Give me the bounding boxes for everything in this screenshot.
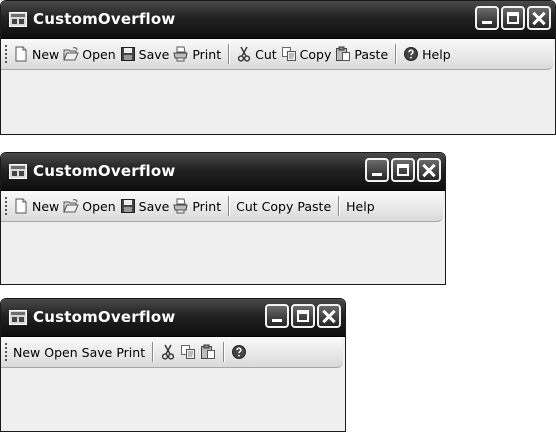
open-button[interactable]: Open <box>61 43 117 65</box>
new-button[interactable]: New <box>11 341 42 363</box>
window-max-overflow: CustomOverflow New Open Save Print <box>0 298 346 432</box>
toolbar-separator <box>223 342 225 362</box>
toolbar-button-label: Save <box>138 46 170 62</box>
paste-button[interactable]: Paste <box>295 195 333 217</box>
minimize-button[interactable] <box>365 158 389 182</box>
open-icon <box>63 46 80 62</box>
app-icon[interactable] <box>9 310 27 325</box>
toolbar: New Open Save Print Cut Copy Paste Help <box>1 39 553 70</box>
title-bar[interactable]: CustomOverflow <box>1 1 555 39</box>
paste-button[interactable]: Paste <box>333 43 390 65</box>
window-full-labels: CustomOverflow New Open Save Print Cut Copy Pa… <box>0 0 556 135</box>
save-button[interactable]: Save <box>80 341 115 363</box>
copy-button[interactable] <box>178 341 198 363</box>
toolbar-button-label: Cut <box>236 198 258 214</box>
toolbar-button-label: Paste <box>354 46 389 62</box>
print-button[interactable]: Print <box>114 341 147 363</box>
help-button[interactable]: Help <box>401 43 453 65</box>
title-bar[interactable]: CustomOverflow <box>1 153 445 191</box>
toolbar-button-label: Open <box>82 46 116 62</box>
toolbar-button-label: Print <box>192 198 222 214</box>
save-button[interactable]: Save <box>118 43 172 65</box>
app-icon[interactable] <box>9 164 27 179</box>
window-title: CustomOverflow <box>33 10 176 28</box>
caption-buttons <box>365 158 441 182</box>
toolbar-button-label: Help <box>346 198 375 214</box>
toolbar-separator <box>395 44 397 64</box>
close-button[interactable] <box>527 6 551 30</box>
toolbar-button-label: Copy <box>299 46 332 62</box>
window-title: CustomOverflow <box>33 308 176 326</box>
cut-icon <box>160 344 176 360</box>
print-icon <box>173 198 189 214</box>
open-button[interactable]: Open <box>61 195 117 217</box>
toolbar-grip[interactable] <box>5 343 8 361</box>
window-partial-overflow: CustomOverflow New Open Save Print Cut Copy Pa… <box>0 152 446 285</box>
copy-icon <box>281 46 297 62</box>
copy-icon <box>180 344 196 360</box>
cut-icon <box>236 46 252 62</box>
toolbar-separator <box>228 196 230 216</box>
toolbar-button-label: Help <box>422 46 451 62</box>
toolbar: New Open Save Print Cut Copy Paste Help <box>1 191 443 222</box>
toolbar-grip[interactable] <box>5 45 8 63</box>
window-title: CustomOverflow <box>33 162 176 180</box>
save-icon <box>120 46 136 62</box>
toolbar-button-label: Save <box>81 344 113 360</box>
open-icon <box>63 198 80 214</box>
toolbar-separator <box>152 342 154 362</box>
toolbar-button-label: New <box>13 344 41 360</box>
paste-icon <box>200 344 216 360</box>
save-icon <box>120 198 136 214</box>
toolbar-button-label: New <box>32 46 60 62</box>
new-button[interactable]: New <box>11 195 61 217</box>
cut-button[interactable]: Cut <box>234 195 260 217</box>
paste-icon <box>335 46 351 62</box>
toolbar-button-label: Save <box>138 198 170 214</box>
help-icon <box>403 46 419 62</box>
maximize-button[interactable] <box>391 158 415 182</box>
new-button[interactable]: New <box>11 43 61 65</box>
toolbar-button-label: Print <box>116 344 146 360</box>
toolbar: New Open Save Print <box>1 337 343 368</box>
help-button[interactable]: Help <box>344 195 377 217</box>
caption-buttons <box>475 6 551 30</box>
help-icon <box>231 344 247 360</box>
new-icon <box>13 198 29 214</box>
print-button[interactable]: Print <box>171 195 223 217</box>
help-button[interactable] <box>229 341 249 363</box>
copy-button[interactable]: Copy <box>279 43 334 65</box>
toolbar-separator <box>228 44 230 64</box>
close-button[interactable] <box>317 304 341 328</box>
cut-button[interactable]: Cut <box>234 43 279 65</box>
title-bar[interactable]: CustomOverflow <box>1 299 345 337</box>
toolbar-button-label: Cut <box>255 46 277 62</box>
toolbar-button-label: Print <box>192 46 222 62</box>
minimize-button[interactable] <box>475 6 499 30</box>
toolbar-button-label: New <box>32 198 60 214</box>
cut-button[interactable] <box>158 341 178 363</box>
minimize-button[interactable] <box>265 304 289 328</box>
app-icon[interactable] <box>9 12 27 27</box>
toolbar-button-label: Open <box>82 198 116 214</box>
close-button[interactable] <box>417 158 441 182</box>
open-button[interactable]: Open <box>42 341 79 363</box>
maximize-button[interactable] <box>501 6 525 30</box>
print-button[interactable]: Print <box>171 43 223 65</box>
print-icon <box>173 46 189 62</box>
toolbar-button-label: Paste <box>297 198 332 214</box>
save-button[interactable]: Save <box>118 195 172 217</box>
toolbar-grip[interactable] <box>5 197 8 215</box>
toolbar-button-label: Copy <box>261 198 294 214</box>
copy-button[interactable]: Copy <box>260 195 296 217</box>
paste-button[interactable] <box>198 341 218 363</box>
caption-buttons <box>265 304 341 328</box>
new-icon <box>13 46 29 62</box>
toolbar-separator <box>338 196 340 216</box>
toolbar-button-label: Open <box>44 344 78 360</box>
maximize-button[interactable] <box>291 304 315 328</box>
